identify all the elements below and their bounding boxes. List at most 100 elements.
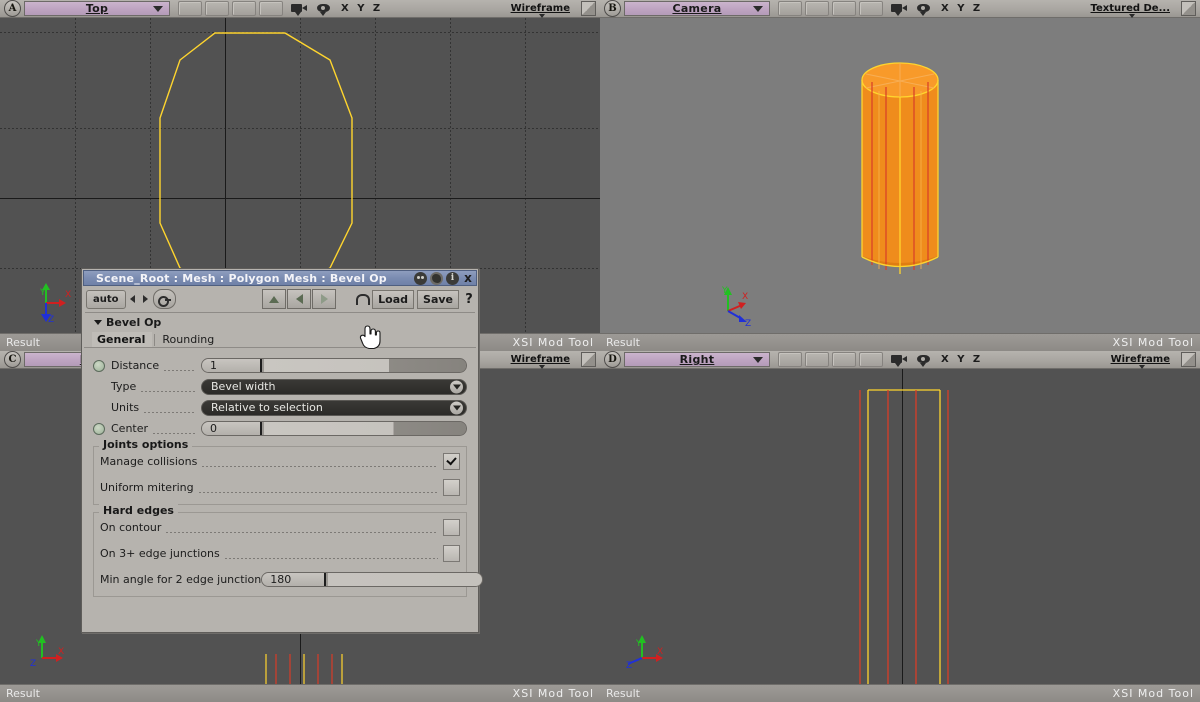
eye-visibility-icon[interactable] — [915, 353, 933, 367]
eye-visibility-icon[interactable] — [915, 2, 933, 16]
viewport-a-toggle-buttons[interactable] — [178, 1, 333, 16]
units-dropdown[interactable]: Relative to selection — [201, 399, 467, 416]
viewport-d-badge[interactable]: D — [604, 351, 621, 368]
camera-icon[interactable] — [890, 2, 908, 16]
distance-slider-track[interactable] — [264, 359, 466, 372]
dialog-toolbar[interactable]: auto Load Save ? — [84, 288, 476, 310]
distance-value-input[interactable]: 1 — [202, 359, 262, 372]
type-dropdown[interactable]: Bevel width — [201, 378, 467, 395]
distance-slider[interactable]: 1 — [201, 358, 467, 373]
viewport-b-status-bar: Result XSI Mod Tool — [600, 333, 1200, 351]
viewport-d-blank-button-1[interactable] — [778, 352, 802, 367]
svg-text:X: X — [742, 292, 748, 302]
viewport-a-badge[interactable]: A — [4, 0, 21, 17]
viewport-d-display-mode[interactable]: Wireframe — [1111, 354, 1174, 369]
viewport-b-camera-selector[interactable]: Camera — [624, 1, 770, 16]
viewport-d-maximize-button[interactable] — [1181, 352, 1196, 367]
viewport-b-toggle-buttons[interactable] — [778, 1, 933, 16]
viewport-a-blank-button-3[interactable] — [232, 1, 256, 16]
distance-animation-led[interactable] — [93, 359, 105, 372]
svg-text:Y: Y — [35, 639, 42, 649]
viewport-d-blank-button-4[interactable] — [859, 352, 883, 367]
dot-leader — [164, 370, 196, 371]
viewport-d-header: D Right X Y Z Wireframe — [600, 351, 1200, 369]
dialog-file-group[interactable]: Load Save ? — [354, 289, 476, 309]
viewport-b-blank-button-4[interactable] — [859, 1, 883, 16]
viewport-b-axis-gizmo: Y X Z — [714, 281, 760, 329]
hard-edges-group: Hard edges On contour On 3+ edge junctio… — [93, 504, 484, 597]
viewport-a-axis-labels: X Y Z — [341, 3, 383, 14]
viewport-c-maximize-button[interactable] — [581, 352, 596, 367]
viewport-a-maximize-button[interactable] — [581, 1, 596, 16]
nav-back-button[interactable] — [287, 289, 312, 309]
viewport-a-blank-button-1[interactable] — [178, 1, 202, 16]
dot-leader — [202, 466, 438, 467]
center-slider[interactable]: 0 — [201, 421, 467, 436]
viewport-b-maximize-button[interactable] — [1181, 1, 1196, 16]
min-angle-slider[interactable]: 180 — [261, 571, 484, 587]
globe-icon[interactable] — [430, 271, 443, 285]
viewport-d-toggle-buttons[interactable] — [778, 352, 933, 367]
bevel-op-section-header[interactable]: Bevel Op — [84, 313, 476, 330]
tab-general[interactable]: General — [92, 332, 153, 347]
prev-key-button[interactable] — [128, 291, 139, 308]
viewport-a-blank-button-2[interactable] — [205, 1, 229, 16]
camera-icon[interactable] — [290, 2, 308, 16]
viewport-d-blank-button-3[interactable] — [832, 352, 856, 367]
on-3-edge-junctions-label: On 3+ edge junctions — [100, 546, 220, 560]
viewport-d-blank-button-2[interactable] — [805, 352, 829, 367]
undo-icon[interactable] — [354, 291, 371, 307]
nav-forward-button[interactable] — [312, 289, 337, 309]
center-value-input[interactable]: 0 — [202, 422, 262, 435]
min-angle-slider-track[interactable] — [328, 572, 483, 586]
manage-collisions-checkbox[interactable] — [443, 452, 460, 470]
viewport-b-display-mode-label: Textured De... — [1090, 3, 1170, 14]
viewport-b-blank-button-1[interactable] — [778, 1, 802, 16]
info-icon[interactable] — [446, 271, 459, 285]
viewport-b-blank-button-3[interactable] — [832, 1, 856, 16]
tab-rounding[interactable]: Rounding — [157, 332, 221, 347]
center-slider-track[interactable] — [264, 422, 466, 435]
svg-text:Y: Y — [635, 639, 642, 649]
viewport-c-badge[interactable]: C — [4, 351, 21, 368]
center-animation-led[interactable] — [93, 422, 105, 435]
close-icon[interactable]: x — [462, 271, 474, 285]
viewport-a-camera-selector[interactable]: Top — [24, 1, 170, 16]
chevron-down-icon[interactable] — [450, 401, 463, 414]
save-button[interactable]: Save — [417, 289, 459, 309]
dialog-title-icons[interactable]: x — [414, 271, 476, 285]
viewport-d-camera-selector[interactable]: Right — [624, 352, 770, 367]
dot-leader — [141, 391, 196, 392]
auto-mode-button[interactable]: auto — [86, 289, 126, 309]
next-key-button[interactable] — [140, 291, 151, 308]
load-button[interactable]: Load — [372, 289, 415, 309]
viewport-c-status-left: Result — [6, 687, 40, 700]
camera-icon[interactable] — [890, 353, 908, 367]
viewport-a-display-mode[interactable]: Wireframe — [511, 3, 574, 18]
eyes-icon[interactable] — [414, 271, 427, 285]
dialog-navigation-group[interactable] — [262, 289, 337, 309]
chevron-down-icon[interactable] — [450, 380, 463, 393]
viewport-b-blank-button-2[interactable] — [805, 1, 829, 16]
viewport-a-status-left: Result — [6, 336, 40, 349]
viewport-d-canvas[interactable]: Y X Z — [600, 369, 1200, 684]
viewport-a-blank-button-4[interactable] — [259, 1, 283, 16]
viewport-b-badge[interactable]: B — [604, 0, 621, 17]
on-contour-checkbox[interactable] — [443, 518, 460, 536]
dialog-tab-strip[interactable]: General Rounding — [84, 330, 476, 348]
bevel-op-property-editor[interactable]: Scene_Root : Mesh : Polygon Mesh : Bevel… — [81, 268, 484, 633]
min-angle-value-input[interactable]: 180 — [262, 572, 327, 586]
nav-up-button[interactable] — [262, 289, 287, 309]
dialog-title-bar[interactable]: Scene_Root : Mesh : Polygon Mesh : Bevel… — [83, 270, 477, 286]
viewport-b-canvas[interactable]: Y X Z — [600, 18, 1200, 333]
eye-visibility-icon[interactable] — [315, 2, 333, 16]
viewport-d-right[interactable]: D Right X Y Z Wireframe Y X Z Result XSI… — [600, 351, 1200, 702]
viewport-b-display-mode[interactable]: Textured De... — [1090, 3, 1174, 18]
help-button[interactable]: ? — [462, 291, 476, 308]
dot-leader — [198, 492, 438, 493]
viewport-b-camera[interactable]: B Camera X Y Z Textured De... Y X Z Resu… — [600, 0, 1200, 351]
uniform-mitering-checkbox[interactable] — [443, 478, 460, 496]
on-3-edge-junctions-checkbox[interactable] — [443, 544, 460, 562]
key-icon[interactable] — [152, 289, 177, 309]
viewport-c-display-mode[interactable]: Wireframe — [511, 354, 574, 369]
